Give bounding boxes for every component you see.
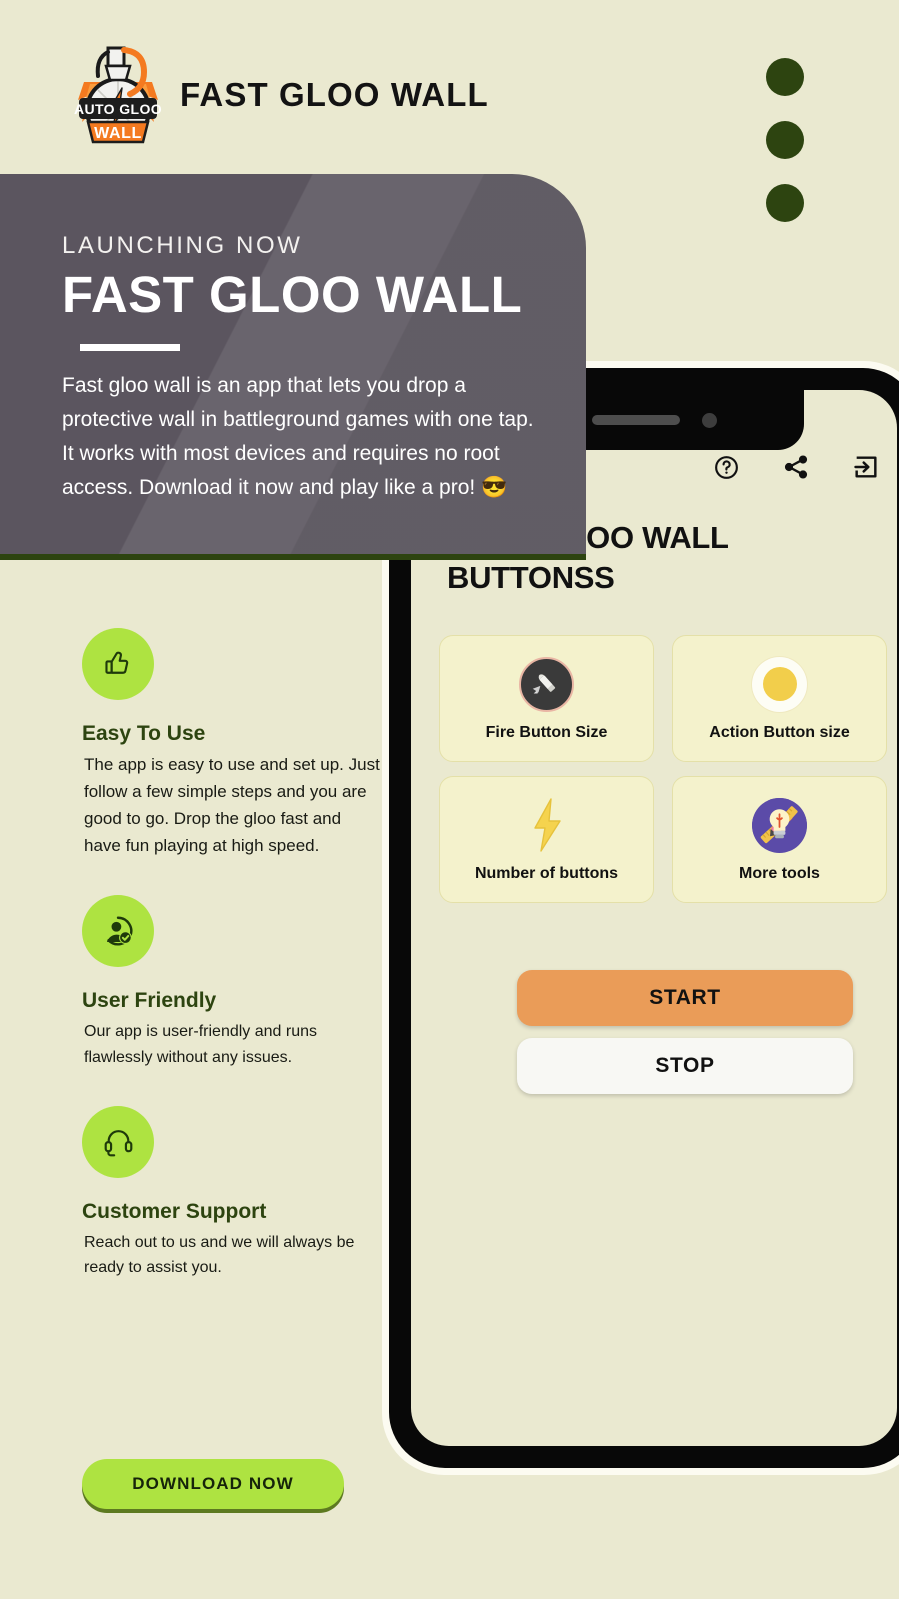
kebab-dot-3 xyxy=(766,184,804,222)
front-camera-icon xyxy=(701,412,717,428)
action-buttons: START STOP xyxy=(517,970,853,1094)
brand-title: FAST GLOO WALL xyxy=(180,76,489,113)
feature-easy-to-use: Easy To Use The app is easy to use and s… xyxy=(82,628,382,859)
bullet-icon xyxy=(518,655,576,713)
kebab-menu-icon[interactable] xyxy=(766,58,804,222)
grid-card-label: More tools xyxy=(739,865,820,882)
feature-user-friendly: User Friendly Our app is user-friendly a… xyxy=(82,895,382,1070)
thumbs-up-icon xyxy=(82,628,154,700)
svg-text:AUTO GLOO: AUTO GLOO xyxy=(74,101,162,117)
share-icon[interactable] xyxy=(781,452,811,482)
app-toolbar xyxy=(711,452,881,482)
kebab-dot-1 xyxy=(766,58,804,96)
download-now-button[interactable]: DOWNLOAD NOW xyxy=(82,1459,344,1509)
feature-customer-support: Customer Support Reach out to us and we … xyxy=(82,1105,382,1281)
feature-title: Customer Support xyxy=(82,1199,267,1223)
button-grid: Fire Button Size Action Button size Numb… xyxy=(439,635,887,903)
promo-eyebrow: LAUNCHING NOW xyxy=(62,232,303,259)
promo-panel: LAUNCHING NOW FAST GLOO WALL Fast gloo w… xyxy=(0,174,586,560)
auto-gloo-wall-logo-icon: AUTO GLOO WALL xyxy=(74,30,162,160)
yellow-circle-icon xyxy=(751,655,809,713)
feature-body: The app is easy to use and set up. Just … xyxy=(84,755,380,855)
site-header: AUTO GLOO WALL FAST GLOO WALL xyxy=(0,0,899,222)
tools-bulb-icon xyxy=(751,796,809,854)
feature-title: Easy To Use xyxy=(82,722,206,745)
feature-body: Our app is user-friendly and runs flawle… xyxy=(84,1023,317,1066)
volume-down-button[interactable] xyxy=(382,586,389,736)
feature-list: Easy To Use The app is easy to use and s… xyxy=(82,628,382,1317)
earpiece-speaker-icon xyxy=(591,415,680,425)
page-root: AUTO GLOO WALL FAST GLOO WALL YOUR GLOO … xyxy=(0,0,899,1599)
grid-card-fire-button-size[interactable]: Fire Button Size xyxy=(439,635,654,762)
stop-button[interactable]: STOP xyxy=(517,1038,853,1094)
grid-card-label: Number of buttons xyxy=(474,865,619,882)
headset-icon xyxy=(82,1105,154,1178)
user-verified-icon xyxy=(82,895,154,968)
promo-title: FAST GLOO WALL xyxy=(62,266,523,323)
promo-divider xyxy=(80,343,180,351)
help-circle-icon[interactable] xyxy=(711,452,741,482)
login-arrow-icon[interactable] xyxy=(851,452,881,482)
svg-text:WALL: WALL xyxy=(94,125,142,142)
feature-body: Reach out to us and we will always be re… xyxy=(84,1233,355,1277)
grid-card-more-tools[interactable]: More tools xyxy=(672,776,887,903)
brand-lockup[interactable]: AUTO GLOO WALL FAST GLOO WALL xyxy=(74,30,489,160)
grid-card-label: Fire Button Size xyxy=(485,724,608,741)
grid-card-label: Action Button size xyxy=(709,724,850,741)
feature-title: User Friendly xyxy=(82,989,217,1013)
kebab-dot-2 xyxy=(766,121,804,159)
start-button[interactable]: START xyxy=(517,970,853,1026)
grid-card-action-button-size[interactable]: Action Button size xyxy=(672,635,887,762)
grid-card-number-of-buttons[interactable]: Number of buttons xyxy=(439,776,654,903)
promo-body: Fast gloo wall is an app that lets you d… xyxy=(62,373,534,499)
lightning-bolt-icon xyxy=(518,796,576,854)
